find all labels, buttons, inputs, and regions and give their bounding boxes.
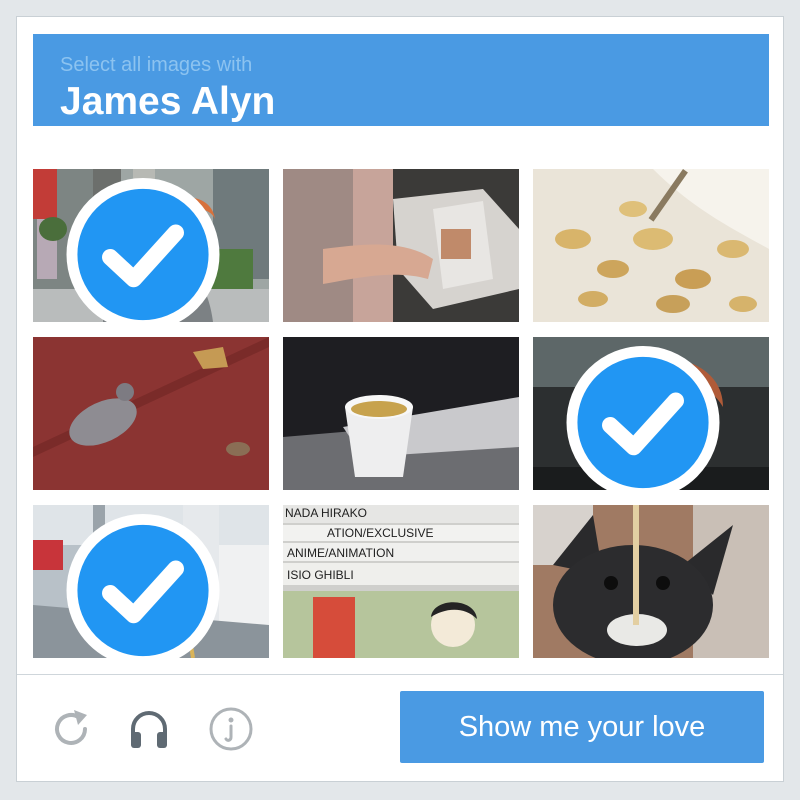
selected-check-icon xyxy=(66,178,220,322)
selected-check-icon xyxy=(66,514,220,658)
tile-person-platform[interactable] xyxy=(33,505,269,658)
tile-dog-noodle[interactable] xyxy=(533,505,769,658)
manga-label-3: ANIME/ANIMATION xyxy=(287,546,394,560)
selected-check-icon xyxy=(566,346,720,490)
tile-person-closeup[interactable] xyxy=(533,337,769,490)
tile-person-street[interactable] xyxy=(33,169,269,322)
refresh-icon[interactable] xyxy=(47,705,95,753)
tile-pigeon-sparrow[interactable] xyxy=(33,337,269,490)
tile-open-book[interactable] xyxy=(283,169,519,322)
target-name: James Alyn xyxy=(60,80,276,123)
manga-label-4: ISIO GHIBLI xyxy=(287,568,354,582)
submit-button[interactable]: Show me your love xyxy=(400,691,764,763)
dog-noodle-image xyxy=(533,505,769,658)
manga-rack-image: NADA HIRAKO ATION/EXCLUSIVE ANIME/ANIMAT… xyxy=(283,505,519,658)
tile-paper-cup[interactable] xyxy=(283,337,519,490)
oat-flakes-image xyxy=(533,169,769,322)
manga-label-2: ATION/EXCLUSIVE xyxy=(327,526,433,540)
captcha-header: Select all images with James Alyn xyxy=(33,34,769,126)
tile-manga-rack[interactable]: NADA HIRAKO ATION/EXCLUSIVE ANIME/ANIMAT… xyxy=(283,505,519,658)
open-book-image xyxy=(283,169,519,322)
headphones-icon[interactable] xyxy=(125,705,173,753)
footer-divider xyxy=(17,674,783,675)
tile-oat-flakes[interactable] xyxy=(533,169,769,322)
captcha-card: Select all images with James Alyn NADA H… xyxy=(16,16,784,782)
info-icon[interactable] xyxy=(207,705,255,753)
instruction-text: Select all images with xyxy=(60,54,253,76)
paper-cup-image xyxy=(283,337,519,490)
pigeon-sparrow-image xyxy=(33,337,269,490)
manga-label-1: NADA HIRAKO xyxy=(285,506,367,520)
